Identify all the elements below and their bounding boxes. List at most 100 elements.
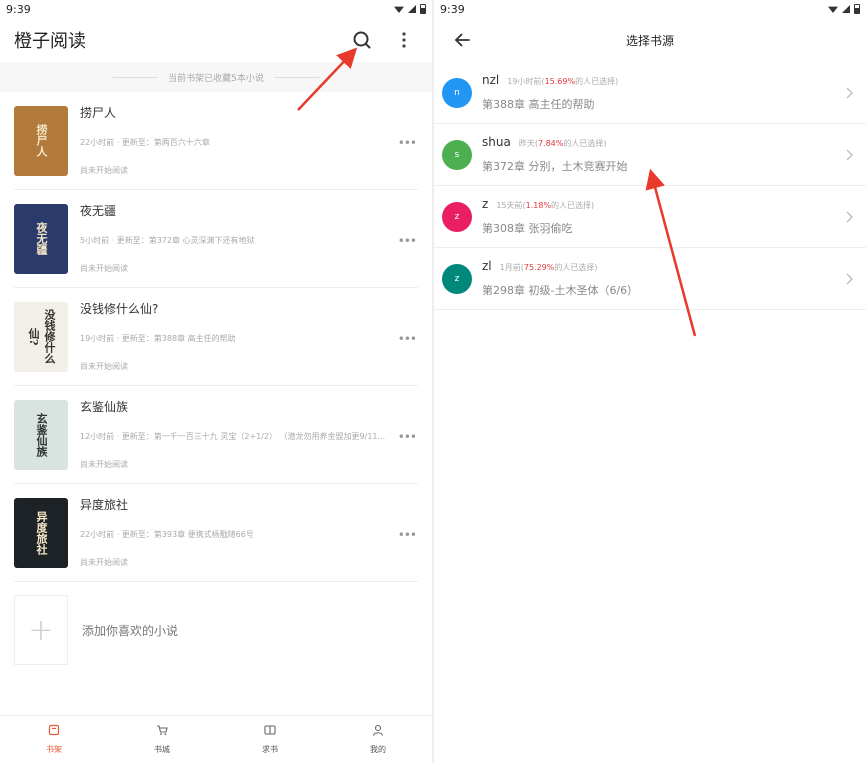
source-updated: 15天前( — [496, 201, 526, 210]
add-book-label: 添加你喜欢的小说 — [82, 623, 179, 638]
book-cover-text: 异度旅社 — [35, 510, 48, 555]
book-info: 夜无疆 5小时前 · 更新至：第372章 心灵深渊下还有地狱 尚未开始阅读 — [68, 204, 418, 274]
book-title: 捞尸人 — [80, 105, 117, 120]
battery-icon — [420, 4, 426, 14]
tab-label: 书架 — [46, 745, 62, 754]
source-info: z 15天前(1.18%的人已选择) 第308章 张羽偷吃 — [472, 197, 842, 236]
avatar: s — [442, 139, 472, 170]
tab-label: 求书 — [262, 745, 278, 754]
book-info: 异度旅社 22小时前 · 更新至：第393章 便携式杨戬随66号 尚未开始阅读 — [68, 498, 418, 568]
source-chapter: 第388章 高主任的帮助 — [482, 98, 595, 111]
chevron-right-icon — [842, 86, 856, 100]
book-info: 玄鉴仙族 12小时前 · 更新至：第一千一百三十九 灵宝（2+1/2） （潜龙勿… — [68, 400, 418, 470]
source-info: zl 1月前(75.29%的人已选择) 第298章 初级-土木圣体（6/6） — [472, 259, 842, 298]
book-item[interactable]: 玄鉴仙族 玄鉴仙族 12小时前 · 更新至：第一千一百三十九 灵宝（2+1/2）… — [14, 386, 418, 484]
tab-user[interactable]: 我的 — [324, 716, 432, 763]
arrow-left-icon — [455, 33, 470, 47]
tab-label: 书城 — [154, 745, 170, 754]
source-percent-suffix: 的人已选择) — [551, 201, 595, 210]
source-updated: 昨天( — [518, 139, 538, 148]
source-chapter: 第298章 初级-土木圣体（6/6） — [482, 284, 639, 297]
book-item[interactable]: 夜无疆 夜无疆 5小时前 · 更新至：第372章 心灵深渊下还有地狱 尚未开始阅… — [14, 190, 418, 288]
bookshelf-notice: 当前书架已收藏5本小说 — [0, 62, 432, 92]
book-read-status: 尚未开始阅读 — [80, 557, 128, 567]
bookshelf-screen: 9:39 橙子阅读 当前书架已收藏5本小说 捞尸人 捞尸人 22小时前 · 更新… — [0, 0, 432, 763]
add-book-row[interactable]: + 添加你喜欢的小说 — [0, 582, 432, 678]
user-icon — [372, 724, 384, 738]
book-cover: 异度旅社 — [14, 497, 68, 568]
book-info: 没钱修什么仙? 19小时前 · 更新至：第388章 高主任的帮助 尚未开始阅读 — [68, 302, 418, 372]
source-meta: 15天前(1.18%的人已选择) — [496, 200, 594, 211]
book-cover-text: 没钱修什么仙? — [27, 309, 56, 364]
book-item[interactable]: 捞尸人 捞尸人 22小时前 · 更新至：第两百六十六章 尚未开始阅读 ••• — [14, 92, 418, 190]
source-chapter: 第372章 分别，土木竞赛开始 — [482, 160, 628, 173]
app-bar: 橙子阅读 — [0, 18, 432, 62]
source-chapter: 第308章 张羽偷吃 — [482, 222, 573, 235]
more-horizontal-icon[interactable]: ••• — [398, 136, 417, 150]
book-cover: 玄鉴仙族 — [14, 399, 68, 470]
source-name: shua — [482, 135, 511, 149]
source-meta: 19小时前(15.69%的人已选择) — [507, 76, 618, 87]
back-button[interactable] — [448, 26, 476, 54]
signal-icon — [842, 5, 850, 13]
status-time: 9:39 — [440, 2, 465, 16]
more-horizontal-icon[interactable]: ••• — [398, 430, 417, 444]
battery-icon — [854, 4, 860, 14]
source-updated: 1月前( — [499, 263, 524, 272]
avatar: z — [442, 263, 472, 294]
book-title: 玄鉴仙族 — [80, 399, 129, 414]
book-update: 22小时前 · 更新至：第393章 便携式杨戬随66号 — [80, 529, 254, 539]
source-item[interactable]: s shua 昨天(7.84%的人已选择) 第372章 分别，土木竞赛开始 — [434, 124, 866, 186]
status-time: 9:39 — [6, 2, 31, 16]
more-horizontal-icon[interactable]: ••• — [398, 528, 417, 542]
source-percent: 15.69% — [544, 77, 576, 86]
chevron-right-icon — [842, 272, 856, 286]
tab-label: 我的 — [370, 745, 386, 754]
source-item[interactable]: n nzl 19小时前(15.69%的人已选择) 第388章 高主任的帮助 — [434, 62, 866, 124]
source-percent-suffix: 的人已选择) — [563, 139, 607, 148]
book-update: 22小时前 · 更新至：第两百六十六章 — [80, 137, 210, 147]
more-horizontal-icon[interactable]: ••• — [398, 332, 417, 346]
book-update: 19小时前 · 更新至：第388章 高主任的帮助 — [80, 333, 236, 343]
bottom-tab-bar: 书架 书城 求书 我的 — [0, 715, 432, 763]
more-horizontal-icon[interactable]: ••• — [398, 234, 417, 248]
status-bar: 9:39 — [0, 0, 432, 18]
book-cover-text: 捞尸人 — [35, 124, 48, 157]
cart-icon — [156, 724, 168, 738]
page-title: 选择书源 — [625, 33, 674, 48]
book-cover: 没钱修什么仙? — [14, 301, 68, 372]
app-bar: 选择书源 — [434, 18, 866, 62]
book-info: 捞尸人 22小时前 · 更新至：第两百六十六章 尚未开始阅读 — [68, 106, 418, 176]
book-read-status: 尚未开始阅读 — [80, 165, 128, 175]
add-book-button[interactable]: + — [14, 595, 68, 665]
source-item[interactable]: z zl 1月前(75.29%的人已选择) 第298章 初级-土木圣体（6/6） — [434, 248, 866, 310]
chevron-right-icon — [842, 148, 856, 162]
wifi-icon — [394, 6, 404, 13]
source-updated: 19小时前( — [507, 77, 545, 86]
source-percent: 1.18% — [525, 201, 552, 210]
bookshelf-icon — [48, 724, 60, 738]
source-percent-suffix: 的人已选择) — [554, 263, 598, 272]
book-cover-text: 夜无疆 — [35, 222, 48, 255]
book-cover-text: 玄鉴仙族 — [35, 412, 48, 457]
more-menu-button[interactable] — [390, 26, 418, 54]
book-read-status: 尚未开始阅读 — [80, 361, 128, 371]
app-title: 橙子阅读 — [14, 31, 86, 52]
book-title: 夜无疆 — [80, 203, 117, 218]
book-title: 没钱修什么仙? — [80, 301, 159, 316]
source-name: zl — [482, 259, 492, 273]
book-open-icon — [264, 724, 276, 738]
book-update: 5小时前 · 更新至：第372章 心灵深渊下还有地狱 — [80, 235, 255, 245]
tab-cart[interactable]: 书城 — [108, 716, 216, 763]
book-item[interactable]: 没钱修什么仙? 没钱修什么仙? 19小时前 · 更新至：第388章 高主任的帮助… — [14, 288, 418, 386]
source-percent: 75.29% — [523, 263, 555, 272]
source-item[interactable]: z z 15天前(1.18%的人已选择) 第308章 张羽偷吃 — [434, 186, 866, 248]
book-item[interactable]: 异度旅社 异度旅社 22小时前 · 更新至：第393章 便携式杨戬随66号 尚未… — [14, 484, 418, 582]
source-meta: 1月前(75.29%的人已选择) — [500, 262, 598, 273]
source-percent-suffix: 的人已选择) — [575, 77, 619, 86]
chevron-right-icon — [842, 210, 856, 224]
search-button[interactable] — [348, 26, 376, 54]
tab-book-open[interactable]: 求书 — [216, 716, 324, 763]
book-title: 异度旅社 — [80, 497, 129, 512]
tab-bookshelf[interactable]: 书架 — [0, 716, 108, 763]
